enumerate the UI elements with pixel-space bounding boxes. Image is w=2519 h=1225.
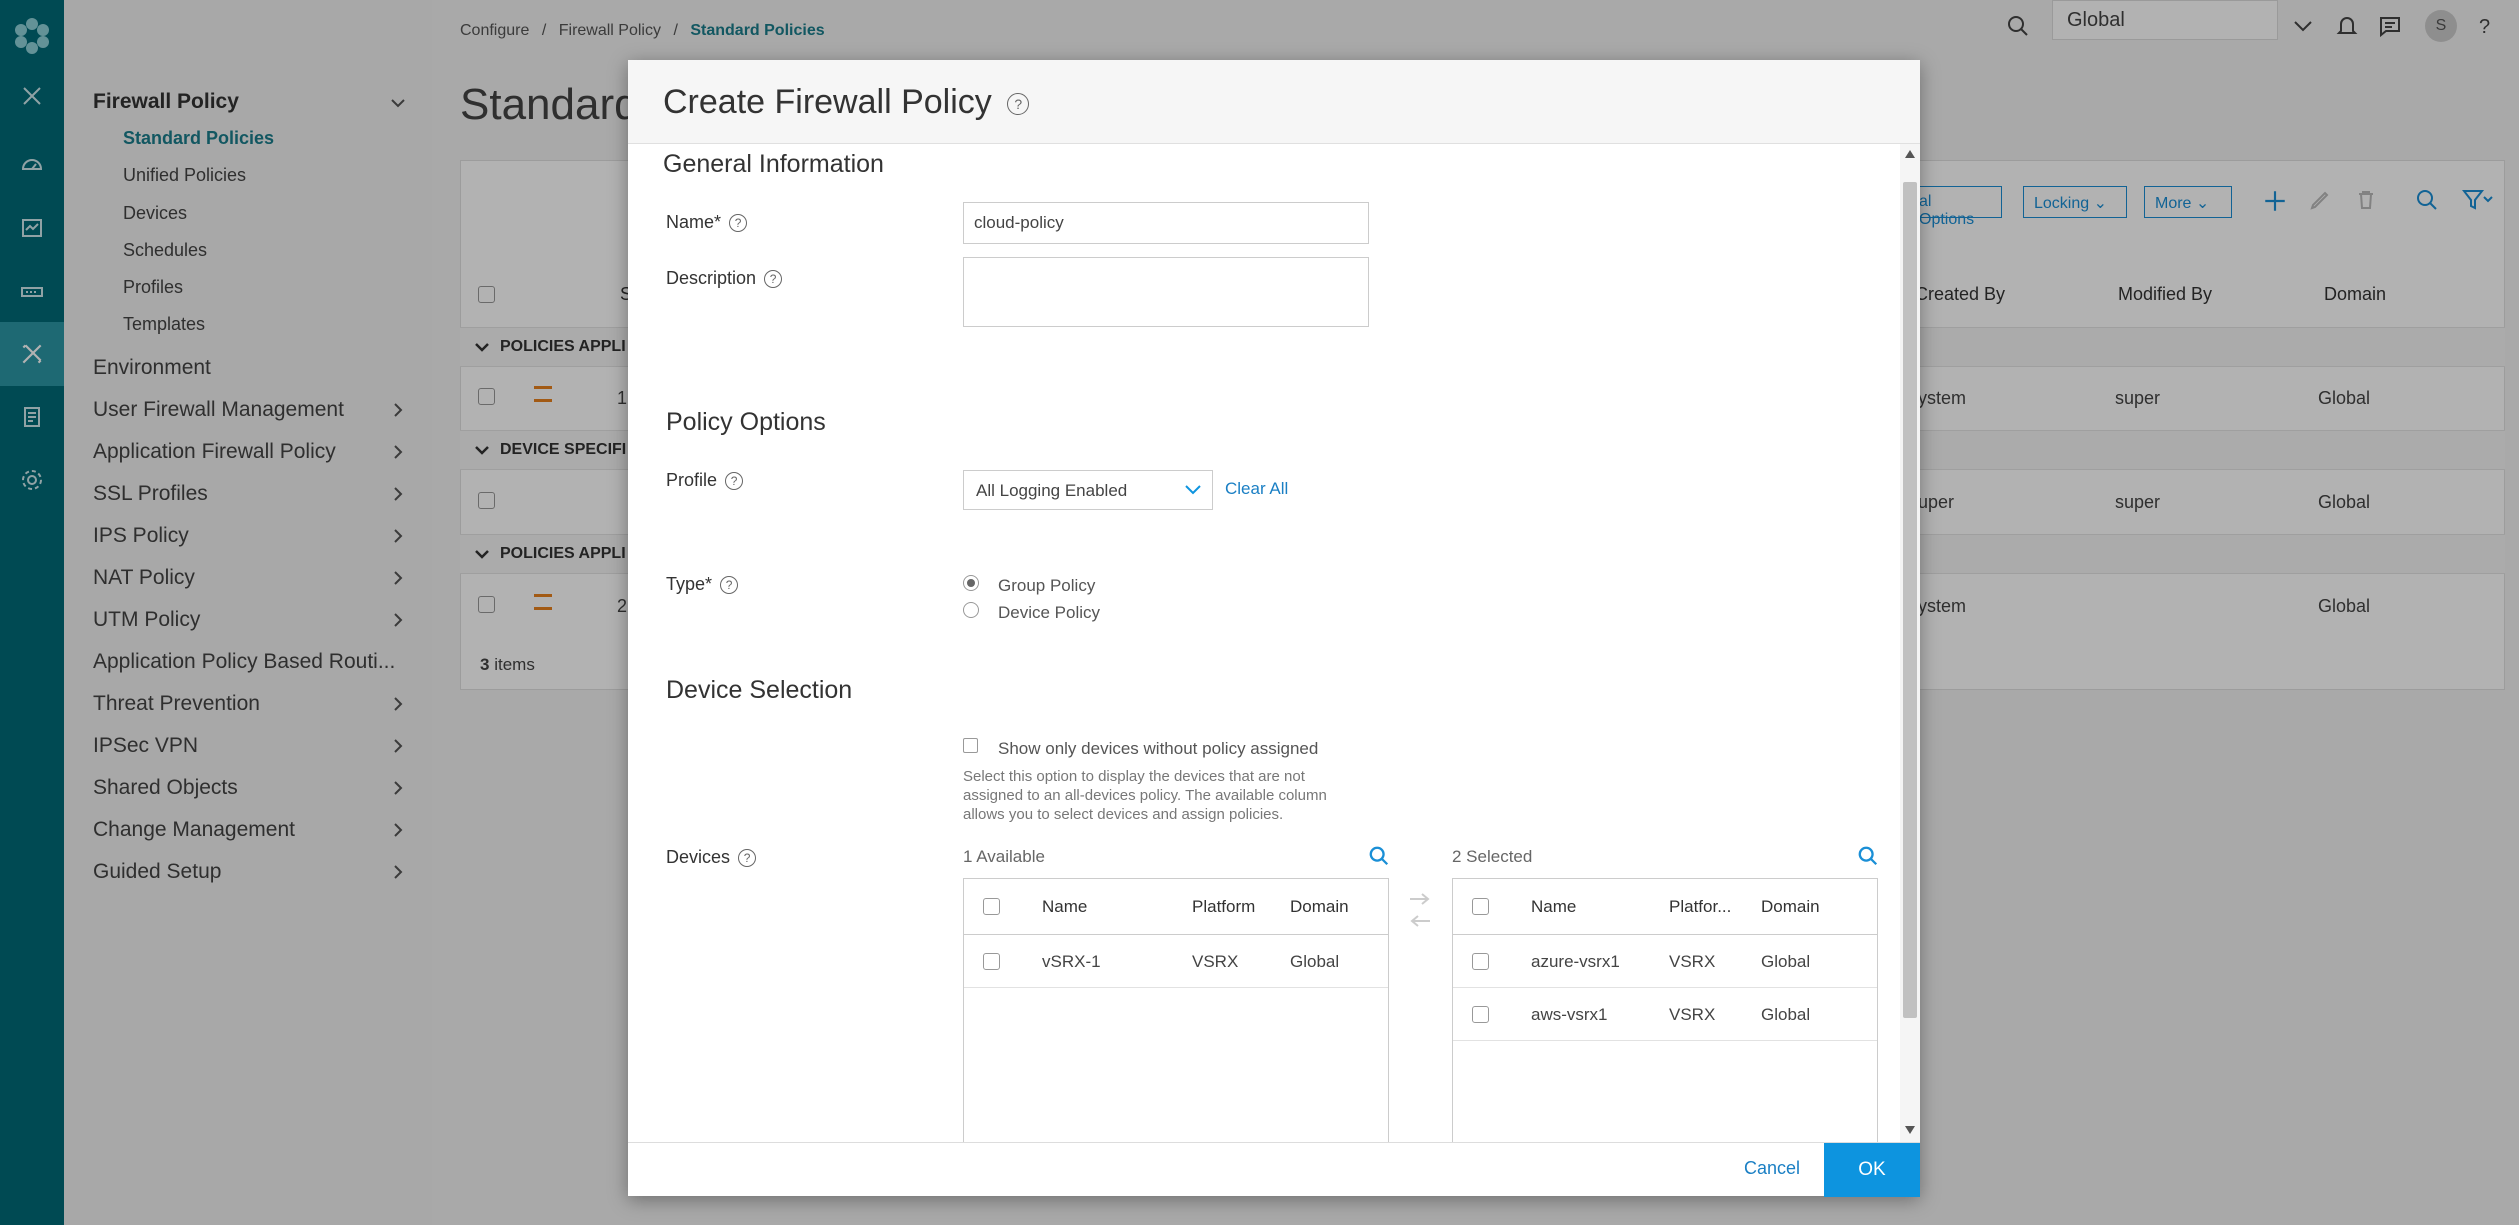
clear-all-link[interactable]: Clear All bbox=[1225, 479, 1288, 499]
profile-select[interactable]: All Logging Enabled bbox=[963, 470, 1213, 510]
dialog-header: Create Firewall Policy ? bbox=[628, 60, 1920, 144]
ok-button[interactable]: OK bbox=[1824, 1143, 1920, 1197]
type-field-label: Type* ? bbox=[666, 574, 739, 595]
section-title-policy-options: Policy Options bbox=[666, 408, 826, 436]
show-only-unassigned-checkbox[interactable] bbox=[963, 738, 978, 753]
devices-field-label: Devices ? bbox=[666, 847, 757, 868]
dialog-footer: Cancel OK bbox=[628, 1142, 1920, 1197]
device-policy-label[interactable]: Device Policy bbox=[998, 603, 1100, 623]
section-title-device-selection: Device Selection bbox=[666, 676, 853, 704]
group-policy-radio[interactable] bbox=[963, 575, 979, 591]
selected-search-icon[interactable] bbox=[1857, 845, 1879, 867]
help-icon[interactable]: ? bbox=[720, 575, 739, 594]
help-icon[interactable]: ? bbox=[725, 471, 744, 490]
cancel-button[interactable]: Cancel bbox=[1744, 1158, 1800, 1179]
table-row[interactable]: azure-vsrx1 VSRX Global bbox=[1453, 935, 1877, 988]
help-icon[interactable]: ? bbox=[729, 213, 748, 232]
column-header-name[interactable]: Name bbox=[1531, 897, 1576, 917]
help-icon[interactable]: ? bbox=[764, 269, 783, 288]
table-row[interactable]: aws-vsrx1 VSRX Global bbox=[1453, 988, 1877, 1041]
column-header-domain[interactable]: Domain bbox=[1761, 897, 1820, 917]
available-count: 1 Available bbox=[963, 847, 1045, 866]
available-search-icon[interactable] bbox=[1368, 845, 1390, 867]
scrollbar-thumb[interactable] bbox=[1903, 182, 1917, 1018]
table-row[interactable]: vSRX-1 VSRX Global bbox=[964, 935, 1388, 988]
help-icon[interactable]: ? bbox=[738, 848, 757, 867]
table-header: Name Platform Domain bbox=[964, 879, 1388, 935]
group-policy-label[interactable]: Group Policy bbox=[998, 576, 1095, 596]
move-arrows-icon[interactable] bbox=[1406, 890, 1434, 930]
select-all-available-checkbox[interactable] bbox=[983, 898, 1000, 915]
name-field-label: Name* ? bbox=[666, 212, 748, 233]
table-header: Name Platfor... Domain bbox=[1453, 879, 1877, 935]
description-field-label: Description ? bbox=[666, 268, 783, 289]
column-header-name[interactable]: Name bbox=[1042, 897, 1087, 917]
dialog-scrollbar[interactable] bbox=[1900, 144, 1920, 1142]
chevron-down-icon bbox=[1185, 485, 1201, 495]
selected-devices-table: Name Platfor... Domain azure-vsrx1 VSRX … bbox=[1452, 878, 1878, 1143]
dialog-title: Create Firewall Policy ? bbox=[663, 83, 1030, 122]
device-policy-radio[interactable] bbox=[963, 602, 979, 618]
show-only-hint: Select this option to display the device… bbox=[963, 768, 1327, 823]
column-header-platform[interactable]: Platfor... bbox=[1669, 897, 1731, 917]
row-checkbox[interactable] bbox=[1472, 953, 1489, 970]
description-textarea[interactable] bbox=[963, 257, 1369, 327]
select-all-selected-checkbox[interactable] bbox=[1472, 898, 1489, 915]
column-header-platform[interactable]: Platform bbox=[1192, 897, 1255, 917]
section-title-general-information: General Information bbox=[663, 150, 884, 178]
row-checkbox[interactable] bbox=[983, 953, 1000, 970]
selected-count: 2 Selected bbox=[1452, 847, 1533, 866]
column-header-domain[interactable]: Domain bbox=[1290, 897, 1349, 917]
profile-field-label: Profile ? bbox=[666, 470, 744, 491]
show-only-unassigned-label[interactable]: Show only devices without policy assigne… bbox=[998, 739, 1318, 759]
available-devices-table: Name Platform Domain vSRX-1 VSRX Global bbox=[963, 878, 1389, 1143]
help-icon[interactable]: ? bbox=[1007, 93, 1030, 116]
row-checkbox[interactable] bbox=[1472, 1006, 1489, 1023]
name-input[interactable] bbox=[963, 202, 1369, 244]
